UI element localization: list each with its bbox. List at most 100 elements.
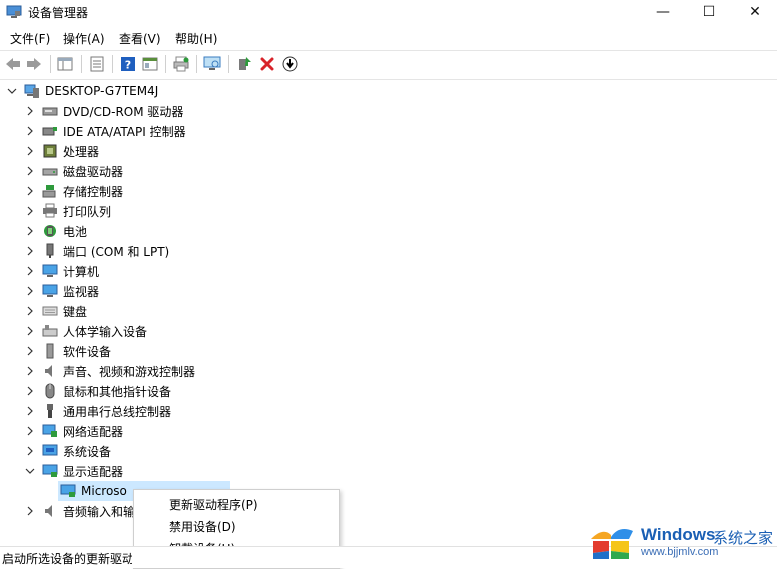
ide-controller-icon <box>42 123 58 139</box>
speaker-icon <box>42 363 58 379</box>
device-tree: DESKTOP-G7TEM4J DVD/CD-ROM 驱动器 IDE ATA/A… <box>0 80 777 546</box>
status-text: 启动所选设备的更新驱动 <box>2 552 132 566</box>
category-label: 计算机 <box>63 264 100 279</box>
tree-category[interactable]: IDE ATA/ATAPI 控制器 <box>24 121 186 141</box>
tree-category[interactable]: 计算机 <box>24 261 99 281</box>
chevron-right-icon[interactable] <box>24 265 36 277</box>
svg-text:?: ? <box>125 59 131 72</box>
chevron-right-icon[interactable] <box>24 125 36 137</box>
category-label: 通用串行总线控制器 <box>63 404 172 419</box>
computer-icon <box>42 263 58 279</box>
chevron-down-icon[interactable] <box>24 465 36 477</box>
chevron-right-icon[interactable] <box>24 385 36 397</box>
category-label: 显示适配器 <box>63 464 124 479</box>
tree-category[interactable]: 键盘 <box>24 301 87 321</box>
chevron-right-icon[interactable] <box>24 185 36 197</box>
chevron-right-icon[interactable] <box>24 165 36 177</box>
menu-help[interactable]: 帮助(H) <box>173 30 219 47</box>
category-label: 打印队列 <box>63 204 112 219</box>
keyboard-icon <box>42 303 58 319</box>
tree-category[interactable]: 处理器 <box>24 141 99 161</box>
disk-drive-icon <box>42 163 58 179</box>
storage-controller-icon <box>42 183 58 199</box>
chevron-down-icon[interactable] <box>6 85 18 97</box>
category-label: 电池 <box>63 224 88 239</box>
category-label: 软件设备 <box>63 344 112 359</box>
port-icon <box>42 243 58 259</box>
tree-category[interactable]: 系统设备 <box>24 441 111 461</box>
watermark: Windows 系统之家 www.bjjmlv.com <box>585 515 777 565</box>
tree-category-expanded[interactable]: 显示适配器 <box>24 461 123 481</box>
chevron-right-icon[interactable] <box>24 245 36 257</box>
help-icon[interactable]: ? <box>119 55 137 73</box>
processor-icon <box>42 143 58 159</box>
printer-icon <box>42 203 58 219</box>
window-title: 设备管理器 <box>28 6 89 20</box>
uninstall-x-icon[interactable] <box>258 55 276 73</box>
disable-device-menu-item[interactable]: 禁用设备(D) <box>169 518 236 535</box>
tree-root[interactable]: DESKTOP-G7TEM4J <box>6 81 158 101</box>
tree-category[interactable]: 软件设备 <box>24 341 111 361</box>
computer-name: DESKTOP-G7TEM4J <box>45 84 159 98</box>
maximize-button[interactable]: ☐ <box>686 0 732 24</box>
tree-category[interactable]: 打印队列 <box>24 201 111 221</box>
category-label: 存储控制器 <box>63 184 124 199</box>
tree-category[interactable]: 鼠标和其他指针设备 <box>24 381 171 401</box>
category-label: 系统设备 <box>63 444 112 459</box>
tree-category[interactable]: 人体学输入设备 <box>24 321 147 341</box>
update-driver-icon[interactable] <box>235 55 253 73</box>
desktop-computer-icon <box>24 83 40 99</box>
chevron-right-icon[interactable] <box>24 425 36 437</box>
audio-io-icon <box>42 503 58 519</box>
minimize-button[interactable]: — <box>640 0 686 24</box>
tree-category[interactable]: 磁盘驱动器 <box>24 161 123 181</box>
print-icon[interactable] <box>172 55 190 73</box>
monitor-scan-icon[interactable] <box>203 55 221 73</box>
chevron-right-icon[interactable] <box>24 205 36 217</box>
watermark-brand: Windows <box>641 525 716 544</box>
category-label: 端口 (COM 和 LPT) <box>63 244 170 259</box>
download-circle-icon[interactable] <box>281 55 299 73</box>
close-button[interactable]: ✕ <box>732 0 777 24</box>
category-label: 监视器 <box>63 284 100 299</box>
properties-grid-icon[interactable] <box>56 55 74 73</box>
menu-file[interactable]: 文件(F) <box>8 30 52 47</box>
tree-category[interactable]: 通用串行总线控制器 <box>24 401 171 421</box>
category-label: 声音、视频和游戏控制器 <box>63 364 196 379</box>
back-arrow-icon[interactable] <box>4 55 22 73</box>
tree-category[interactable]: 监视器 <box>24 281 99 301</box>
chevron-right-icon[interactable] <box>24 305 36 317</box>
tree-category[interactable]: DVD/CD-ROM 驱动器 <box>24 101 183 121</box>
software-device-icon <box>42 343 58 359</box>
list-view-icon[interactable] <box>88 55 106 73</box>
forward-arrow-icon[interactable] <box>25 55 43 73</box>
chevron-right-icon[interactable] <box>24 105 36 117</box>
tree-category[interactable]: 存储控制器 <box>24 181 123 201</box>
category-label: 鼠标和其他指针设备 <box>63 384 172 399</box>
update-driver-menu-item[interactable]: 更新驱动程序(P) <box>169 496 258 513</box>
chevron-right-icon[interactable] <box>24 325 36 337</box>
chevron-right-icon[interactable] <box>24 405 36 417</box>
chevron-right-icon[interactable] <box>24 285 36 297</box>
category-label: 网络适配器 <box>63 424 124 439</box>
chevron-right-icon[interactable] <box>24 505 36 517</box>
menu-action[interactable]: 操作(A) <box>61 30 107 47</box>
title-bar: 设备管理器 — ☐ ✕ <box>0 0 777 24</box>
chevron-right-icon[interactable] <box>24 145 36 157</box>
hid-icon <box>42 323 58 339</box>
details-panel-icon[interactable] <box>141 55 159 73</box>
tree-category[interactable]: 电池 <box>24 221 87 241</box>
category-label: DVD/CD-ROM 驱动器 <box>63 104 184 119</box>
tree-category[interactable]: 音频输入和输 <box>24 501 135 521</box>
menu-view[interactable]: 查看(V) <box>117 30 163 47</box>
windows-logo-icon <box>591 529 633 559</box>
tree-category[interactable]: 端口 (COM 和 LPT) <box>24 241 169 261</box>
tree-category[interactable]: 网络适配器 <box>24 421 123 441</box>
category-label: 磁盘驱动器 <box>63 164 124 179</box>
tree-category[interactable]: 声音、视频和游戏控制器 <box>24 361 195 381</box>
chevron-right-icon[interactable] <box>24 365 36 377</box>
chevron-right-icon[interactable] <box>24 225 36 237</box>
chevron-right-icon[interactable] <box>24 445 36 457</box>
chevron-right-icon[interactable] <box>24 345 36 357</box>
category-label: 处理器 <box>63 144 100 159</box>
